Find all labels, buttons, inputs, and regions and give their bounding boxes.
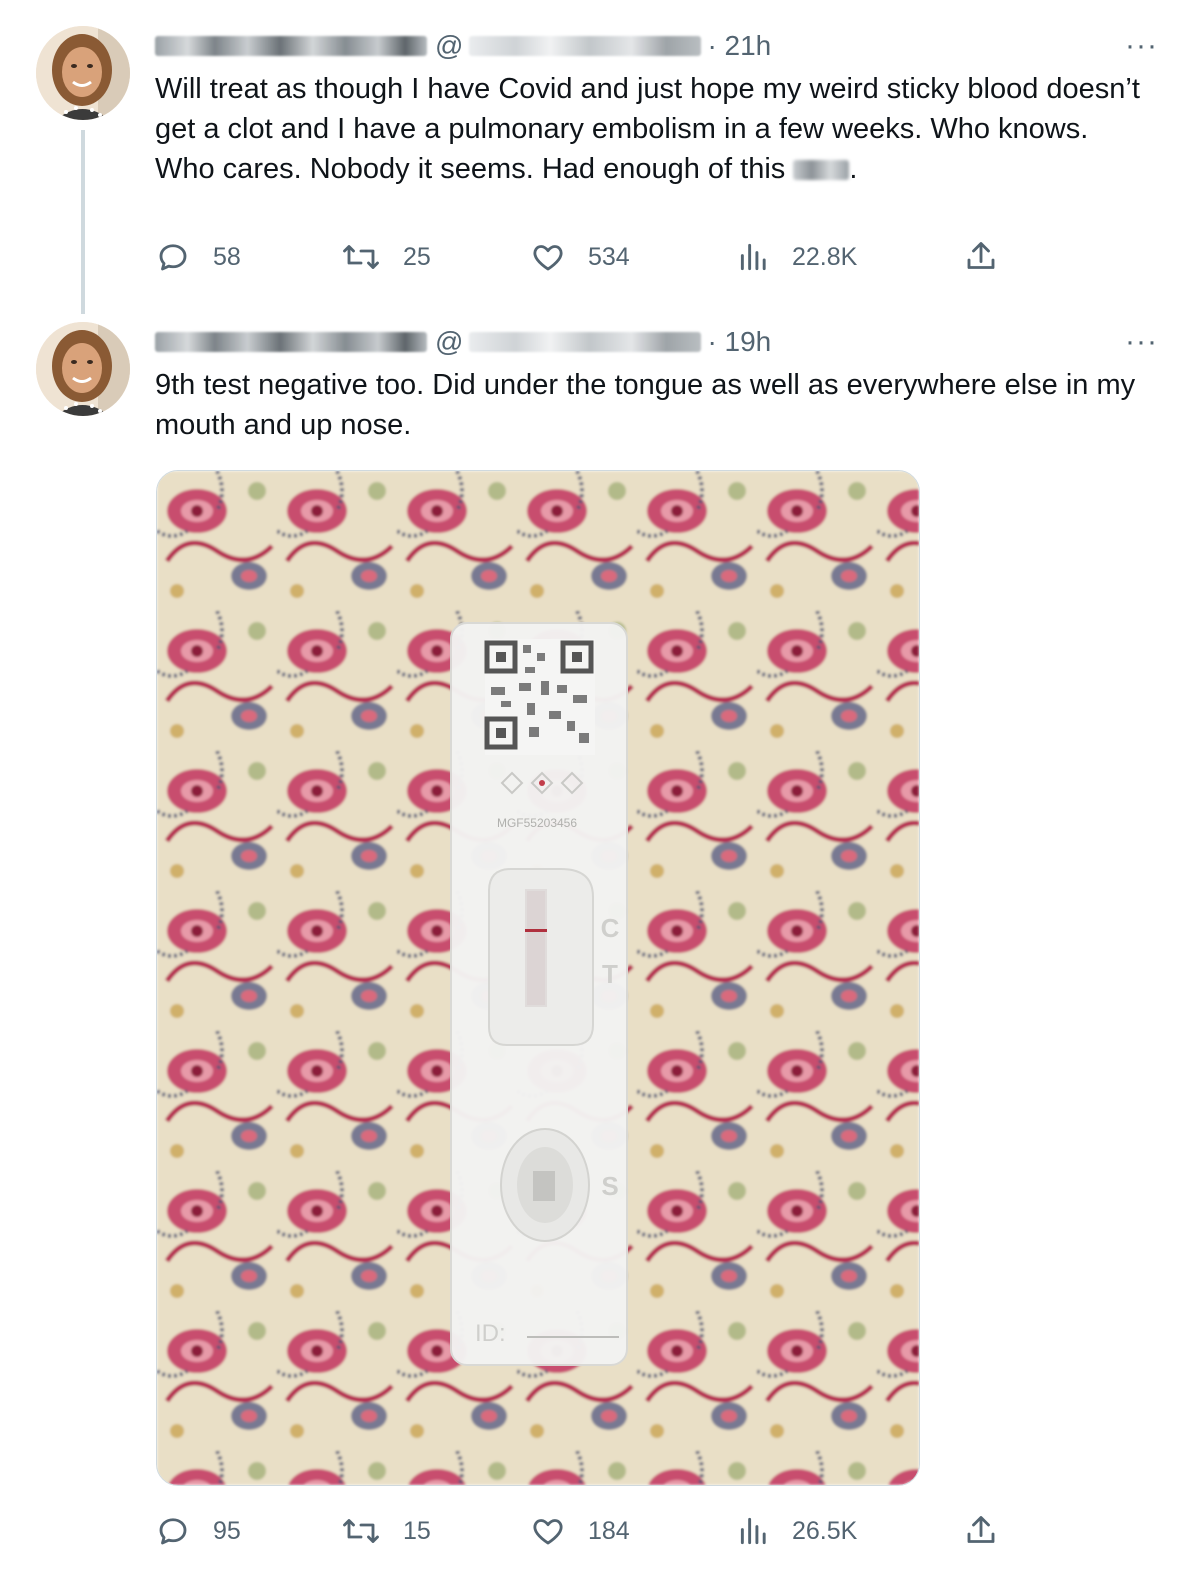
retweet-count: 15 [403, 1516, 431, 1545]
views-button[interactable]: 22.8K [738, 239, 857, 275]
reply-button[interactable]: 58 [155, 239, 241, 275]
like-count: 534 [588, 242, 630, 271]
heart-icon [533, 245, 563, 271]
covid-test-photo: MGF55203456 C T S ID: [157, 471, 919, 1485]
views-count: 26.5K [792, 1516, 858, 1545]
views-button[interactable]: 26.5K [738, 1513, 857, 1549]
share-button[interactable] [963, 239, 999, 282]
reply-icon [159, 1518, 187, 1545]
reply-icon [159, 244, 187, 271]
tweet-photo[interactable]: MGF55203456 C T S ID: [156, 470, 920, 1486]
like-count: 184 [588, 1516, 630, 1545]
id-label: ID: [475, 1320, 506, 1347]
author-handle-redacted[interactable] [469, 332, 702, 352]
handle-at[interactable]: @ [435, 30, 463, 62]
like-button[interactable]: 184 [530, 1513, 630, 1549]
tweet-text: Will treat as though I have Covid and ju… [155, 69, 1155, 189]
tweet-header: @ · 21h [155, 26, 771, 66]
author-name-redacted[interactable] [155, 36, 427, 56]
handle-at[interactable]: @ [435, 326, 463, 358]
retweet-count: 25 [403, 242, 431, 271]
views-icon [740, 1517, 766, 1545]
more-options-icon[interactable]: ··· [1125, 31, 1158, 61]
timestamp[interactable]: · 19h [707, 326, 771, 358]
author-name-redacted[interactable] [155, 332, 427, 352]
avatar[interactable] [36, 322, 130, 416]
thread-line [81, 130, 85, 314]
share-icon [967, 1516, 995, 1543]
views-icon [740, 243, 766, 271]
more-options-icon[interactable]: ··· [1125, 327, 1158, 357]
action-bar: 95 15 184 26.5K [155, 1511, 1165, 1551]
tweet-text-end: . [849, 153, 858, 185]
test-label: T [602, 959, 618, 989]
sample-label: S [601, 1171, 618, 1201]
retweet-button[interactable]: 25 [341, 239, 431, 275]
tweet-header: @ · 19h [155, 322, 771, 362]
redacted-word [793, 160, 850, 181]
retweet-icon [343, 1519, 379, 1543]
share-icon [967, 242, 995, 269]
tweet-text-body: Will treat as though I have Covid and ju… [155, 73, 1148, 185]
like-button[interactable]: 534 [530, 239, 630, 275]
test-code: MGF55203456 [497, 816, 577, 830]
control-label: C [601, 913, 620, 943]
retweet-icon [343, 245, 379, 269]
test-cassette: MGF55203456 C T S ID: [450, 622, 628, 1366]
tweet-text: 9th test negative too. Did under the ton… [155, 369, 1144, 441]
reply-count: 58 [213, 242, 241, 271]
timestamp[interactable]: · 21h [707, 30, 771, 62]
reply-button[interactable]: 95 [155, 1513, 241, 1549]
action-bar: 58 25 534 22.8K [155, 237, 1165, 277]
heart-icon [533, 1519, 563, 1545]
author-handle-redacted[interactable] [469, 36, 702, 56]
retweet-button[interactable]: 15 [341, 1513, 431, 1549]
avatar[interactable] [36, 26, 130, 120]
share-button[interactable] [963, 1513, 999, 1556]
reply-count: 95 [213, 1516, 241, 1545]
views-count: 22.8K [792, 242, 858, 271]
